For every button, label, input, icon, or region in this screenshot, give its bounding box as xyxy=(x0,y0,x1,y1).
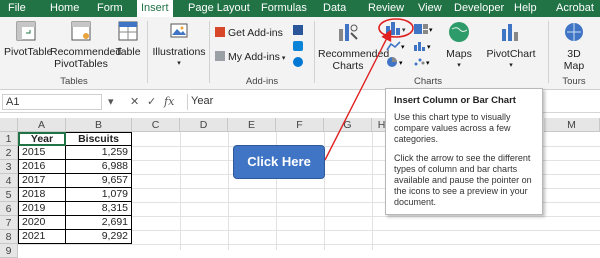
tooltip-title: Insert Column or Bar Chart xyxy=(394,95,516,106)
tooltip-text: Click the arrow to see the different typ… xyxy=(394,153,532,207)
chart-tooltip: Insert Column or Bar Chart Use this char… xyxy=(385,88,543,215)
tooltip-text: Use this chart type to visually compare … xyxy=(394,112,511,144)
click-here-callout: Click Here xyxy=(233,145,325,179)
